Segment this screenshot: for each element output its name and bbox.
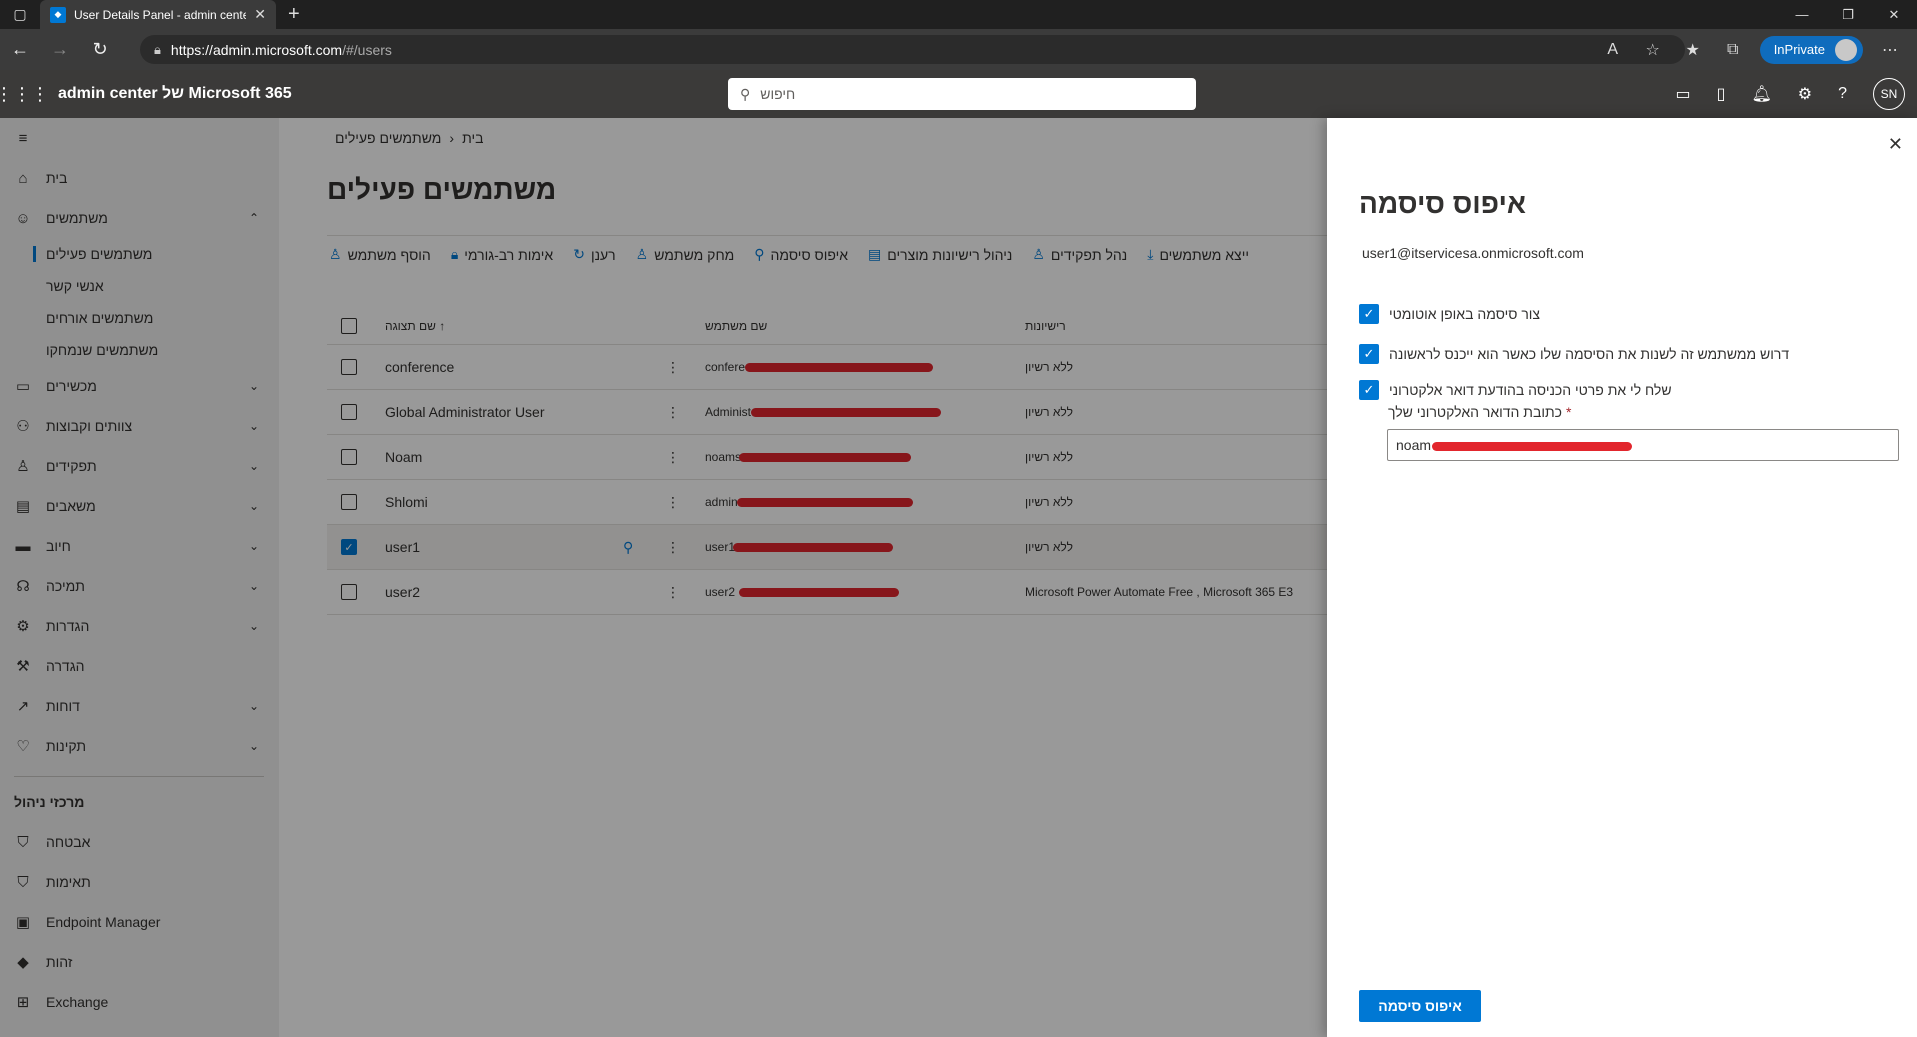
- url-path: /#/users: [342, 41, 392, 58]
- help-icon[interactable]: ?: [1838, 85, 1847, 103]
- mobile-app-icon[interactable]: ▯: [1717, 84, 1726, 104]
- required-mark: *: [1566, 404, 1572, 420]
- app-title[interactable]: admin center של Microsoft 365: [58, 85, 292, 103]
- m365-header: ⋮⋮⋮ admin center של Microsoft 365 ⚲ חיפו…: [0, 70, 1917, 118]
- new-tab-icon[interactable]: +: [288, 3, 300, 26]
- add-favorite-icon[interactable]: ☆: [1640, 40, 1666, 60]
- email-field-label: כתובת הדואר האלקטרוני שלך *: [1388, 404, 1571, 420]
- read-aloud-icon[interactable]: A: [1600, 41, 1626, 59]
- user-avatar[interactable]: SN: [1873, 78, 1905, 110]
- app-launcher-icon[interactable]: ⋮⋮⋮: [0, 70, 49, 118]
- inprivate-label: InPrivate: [1773, 42, 1825, 57]
- restore-icon[interactable]: ❐: [1825, 0, 1871, 29]
- user-principal-name: user1@itservicesa.onmicrosoft.com: [1362, 245, 1584, 261]
- email-credentials-option[interactable]: ✓ שלח לי את פרטי הכניסה בהודעת דואר אלקט…: [1359, 380, 1672, 400]
- header-icons: ▭ ▯ 🔔︎ ⚙ ? SN: [1676, 70, 1905, 118]
- lock-icon: 🔒︎: [154, 41, 161, 57]
- url-host: https://admin.microsoft.com: [170, 41, 343, 58]
- option-label: דרוש ממשתמש זה לשנות את הסיסמה שלו כאשר …: [1389, 346, 1790, 362]
- checkbox-checked-icon[interactable]: ✓: [1359, 344, 1379, 364]
- tab-actions-icon[interactable]: ▢: [0, 0, 40, 29]
- favorites-icon[interactable]: ★: [1680, 40, 1706, 60]
- option-label: שלח לי את פרטי הכניסה בהודעת דואר אלקטרו…: [1389, 382, 1672, 398]
- browser-actions: A ☆ ★ ⧉ InPrivate ⋯: [1600, 29, 1917, 70]
- browser-tab[interactable]: ◆ User Details Panel - admin cente ✕: [40, 0, 276, 29]
- close-tab-icon[interactable]: ✕: [254, 6, 266, 23]
- main-area: ≡ ⌂ בית ☺ משתמשים ⌃ משתמשים פעילים אנשי קשר…: [0, 118, 1917, 1037]
- forward-icon[interactable]: →: [40, 29, 80, 70]
- reset-password-panel: ✕ איפוס סיסמה user1@itservicesa.onmicros…: [1327, 118, 1917, 1037]
- close-icon[interactable]: ✕: [1888, 134, 1903, 155]
- back-icon[interactable]: ←: [0, 29, 40, 70]
- tab-title: User Details Panel - admin cente: [74, 7, 247, 22]
- close-window-icon[interactable]: ✕: [1871, 0, 1917, 29]
- window-controls: — ❐ ✕: [1779, 0, 1917, 29]
- search-placeholder: חיפוש: [760, 86, 796, 102]
- option-label: צור סיסמה באופן אוטומטי: [1389, 306, 1541, 322]
- email-field[interactable]: noam: [1387, 429, 1899, 461]
- minimize-icon[interactable]: —: [1779, 0, 1825, 29]
- terminal-icon[interactable]: ▭: [1676, 84, 1691, 104]
- redaction-mark: [1432, 442, 1632, 451]
- more-icon[interactable]: ⋯: [1877, 40, 1903, 60]
- search-icon: ⚲: [740, 85, 751, 102]
- checkbox-checked-icon[interactable]: ✓: [1359, 380, 1379, 400]
- url-field[interactable]: 🔒︎ https://admin.microsoft.com/#/users: [140, 35, 1685, 64]
- field-label-text: כתובת הדואר האלקטרוני שלך: [1388, 404, 1563, 420]
- search-input[interactable]: ⚲ חיפוש: [728, 78, 1196, 110]
- refresh-icon[interactable]: ↻: [80, 29, 120, 70]
- reset-password-submit-button[interactable]: איפוס סיסמה: [1359, 990, 1481, 1022]
- inprivate-button[interactable]: InPrivate: [1759, 35, 1863, 64]
- collections-icon[interactable]: ⧉: [1720, 41, 1746, 59]
- panel-title: איפוס סיסמה: [1359, 188, 1526, 219]
- modal-overlay[interactable]: [0, 118, 1327, 1037]
- gear-icon[interactable]: ⚙: [1798, 84, 1812, 104]
- browser-tab-bar: ▢ ◆ User Details Panel - admin cente ✕ +…: [0, 0, 1917, 29]
- m365-favicon-icon: ◆: [50, 6, 66, 23]
- auto-generate-password-option[interactable]: ✓ צור סיסמה באופן אוטומטי: [1359, 304, 1540, 324]
- bell-icon[interactable]: 🔔︎: [1751, 84, 1771, 104]
- require-change-option[interactable]: ✓ דרוש ממשתמש זה לשנות את הסיסמה שלו כאש…: [1359, 344, 1789, 364]
- email-field-value: noam: [1396, 437, 1432, 453]
- profile-avatar: [1835, 38, 1857, 61]
- checkbox-checked-icon[interactable]: ✓: [1359, 304, 1379, 324]
